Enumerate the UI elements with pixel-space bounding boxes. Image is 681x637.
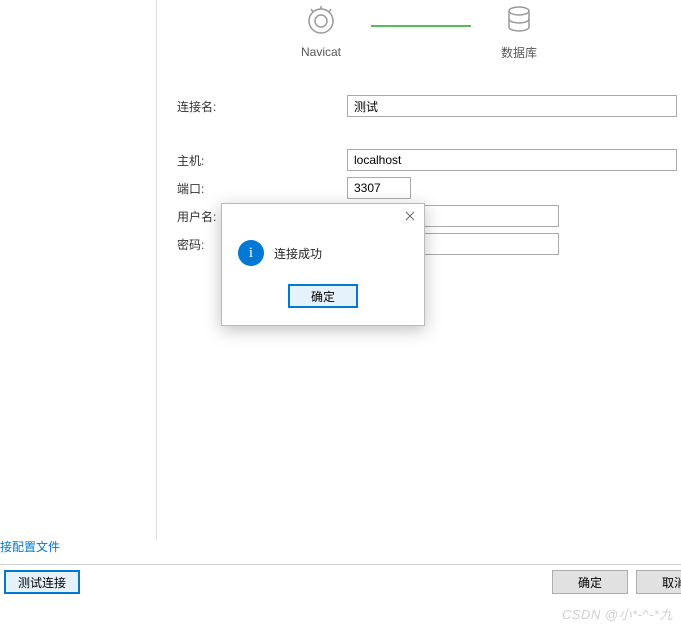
test-connection-button[interactable]: 测试连接 <box>4 570 80 594</box>
port-input[interactable] <box>347 177 411 199</box>
connection-name-input[interactable] <box>347 95 677 117</box>
host-label: 主机: <box>177 152 347 169</box>
connection-line <box>371 25 471 27</box>
success-modal: i 连接成功 确定 <box>221 203 425 326</box>
cancel-button[interactable]: 取消 <box>636 570 681 594</box>
row-host: 主机: <box>177 149 681 171</box>
navicat-icon-col: Navicat <box>301 6 341 59</box>
row-connection-name: 连接名: <box>177 95 681 117</box>
database-label: 数据库 <box>501 44 537 61</box>
modal-ok-button[interactable]: 确定 <box>288 284 358 308</box>
header-icons: Navicat 数据库 <box>157 0 681 65</box>
host-input[interactable] <box>347 149 677 171</box>
ok-button[interactable]: 确定 <box>552 570 628 594</box>
footer-right-buttons: 确定 取消 <box>552 570 681 594</box>
config-file-link[interactable]: 接配置文件 <box>0 540 60 554</box>
port-label: 端口: <box>177 180 347 197</box>
modal-message: 连接成功 <box>274 245 322 262</box>
modal-button-row: 确定 <box>222 284 424 308</box>
connection-name-label: 连接名: <box>177 98 347 115</box>
row-port: 端口: <box>177 177 681 199</box>
navicat-icon <box>303 6 339 39</box>
footer: 测试连接 确定 取消 <box>0 565 681 599</box>
watermark: CSDN @小*-^-*九 <box>562 604 673 623</box>
database-icon-col: 数据库 <box>501 5 537 61</box>
close-icon[interactable] <box>402 208 418 224</box>
navicat-label: Navicat <box>301 45 341 59</box>
database-icon <box>504 5 534 38</box>
config-link-area: 接配置文件 <box>0 538 60 555</box>
info-icon: i <box>238 240 264 266</box>
modal-body: i 连接成功 <box>222 204 424 266</box>
